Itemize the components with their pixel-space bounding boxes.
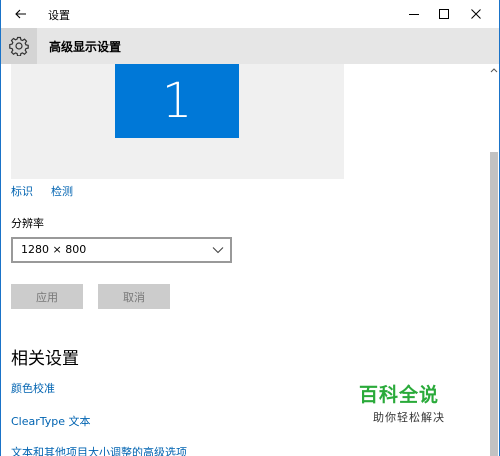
maximize-icon <box>439 9 449 19</box>
related-settings-title: 相关设置 <box>11 349 79 369</box>
watermark-tagline: 助你轻松解决 <box>373 411 445 424</box>
scroll-up-button[interactable] <box>490 66 498 74</box>
watermark-logo: 百科全说 助你轻松解决 <box>359 380 469 425</box>
watermark-brand: 百科全说 <box>359 384 440 406</box>
resolution-value: 1280 × 800 <box>21 243 87 256</box>
window-title: 设置 <box>48 9 70 22</box>
cancel-button[interactable]: 取消 <box>98 284 170 309</box>
chevron-down-icon <box>212 244 224 257</box>
close-icon <box>471 9 481 19</box>
apply-button[interactable]: 应用 <box>11 284 83 309</box>
display-arrangement-area: 1 <box>11 64 344 179</box>
advanced-text-size-link[interactable]: 文本和其他项目大小调整的高级选项 <box>11 444 187 456</box>
monitor-tile[interactable]: 1 <box>115 64 239 138</box>
identify-link[interactable]: 标识 <box>11 183 33 199</box>
cleartype-text-link[interactable]: ClearType 文本 <box>11 413 91 429</box>
header-icon-box <box>1 28 37 64</box>
gear-icon <box>9 36 29 56</box>
vertical-scrollbar[interactable] <box>489 64 499 456</box>
scroll-thumb[interactable] <box>490 152 498 456</box>
detect-link[interactable]: 检测 <box>51 183 73 199</box>
arrow-left-icon <box>15 9 26 19</box>
minimize-button[interactable] <box>397 0 431 28</box>
page-header: 高级显示设置 <box>1 28 499 64</box>
close-button[interactable] <box>459 0 493 28</box>
settings-window: 设置 高级显示设置 1 标识 检测 分辨率 1280 × 800 应用 取消 相… <box>0 0 500 456</box>
back-button[interactable] <box>9 2 33 26</box>
resolution-label: 分辨率 <box>11 217 44 230</box>
maximize-button[interactable] <box>427 0 461 28</box>
minimize-icon <box>409 14 419 15</box>
color-calibration-link[interactable]: 颜色校准 <box>11 380 55 396</box>
resolution-dropdown[interactable]: 1280 × 800 <box>11 237 232 263</box>
title-bar: 设置 <box>1 0 499 28</box>
page-title: 高级显示设置 <box>49 40 122 54</box>
chevron-up-icon <box>490 68 498 73</box>
